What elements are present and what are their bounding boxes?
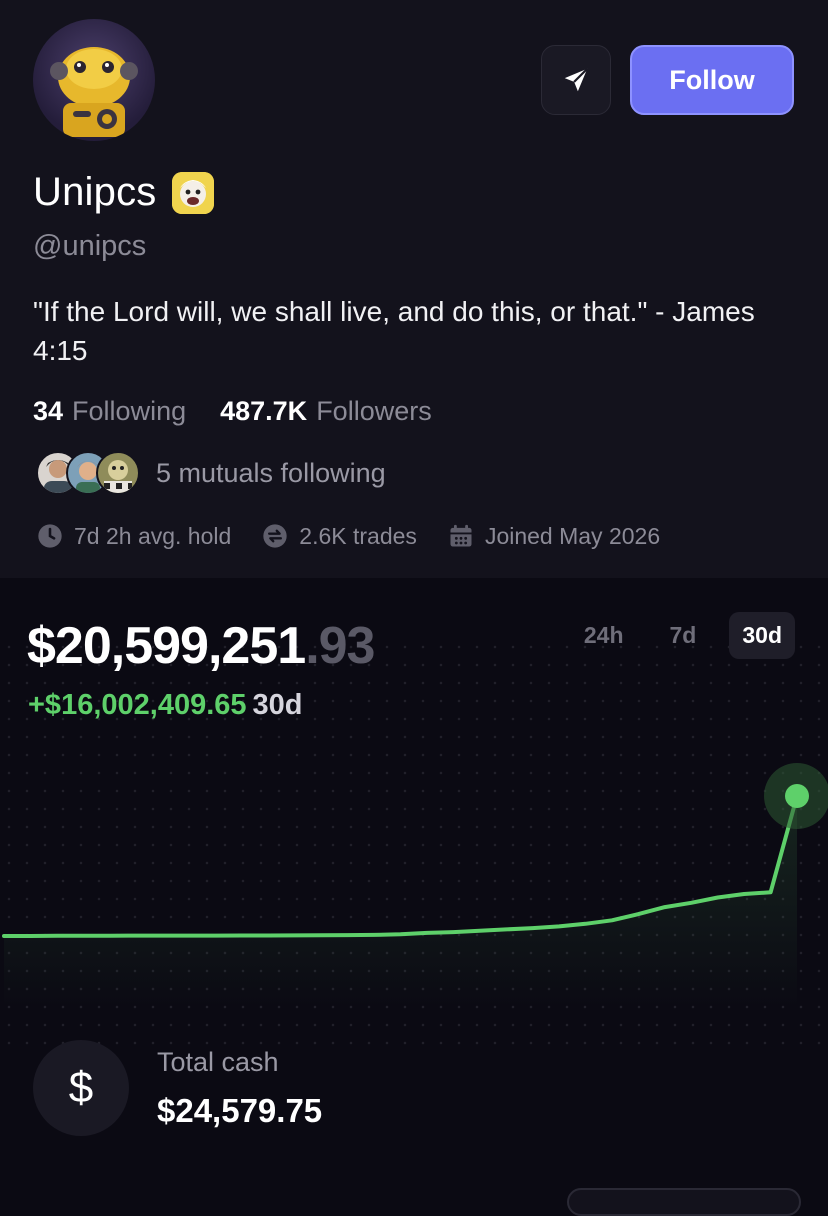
mutual-avatars	[36, 451, 140, 495]
avg-hold-text: 7d 2h avg. hold	[74, 522, 232, 549]
trades-text: 2.6K trades	[299, 522, 417, 549]
profile-header: Follow Unipcs @unipcs "If the Lord will,…	[0, 0, 828, 578]
dollar-icon: $	[33, 1040, 129, 1136]
profile-bio: "If the Lord will, we shall live, and do…	[33, 296, 755, 366]
balance-cents: .93	[305, 617, 375, 675]
trader-meta: 7d 2h avg. hold 2.6K trades Joined May 2…	[36, 522, 690, 550]
change-value: +$16,002,409.65	[28, 689, 247, 721]
follow-stats: 34 Following 487.7K Followers	[33, 396, 466, 427]
total-cash: $ Total cash $24,579.75	[33, 1040, 322, 1136]
cash-value: $24,579.75	[157, 1091, 323, 1129]
range-30d[interactable]: 30d	[729, 612, 795, 659]
portfolio-section: $20,599,251.93 +$16,002,409.65 30d 24h 7d…	[0, 578, 828, 1200]
calendar-icon	[450, 524, 472, 547]
followers-label[interactable]: Followers	[316, 396, 432, 427]
cash-label: Total cash	[157, 1046, 279, 1077]
balance-dollars: $20,599,251	[27, 617, 306, 675]
range-selector: 24h 7d 30d	[551, 612, 795, 659]
avg-hold-item: 7d 2h avg. hold	[36, 522, 231, 550]
mutuals-row[interactable]: 5 mutuals following	[36, 451, 386, 495]
display-name: Unipcs	[33, 170, 157, 214]
portfolio-balance: $20,599,251.93	[27, 616, 375, 676]
mutual-avatar	[96, 451, 140, 495]
profile-badge-icon	[172, 171, 215, 214]
bottom-tab-bar-edge	[567, 1188, 801, 1216]
profile-avatar[interactable]	[33, 19, 155, 141]
follow-button[interactable]: Follow	[630, 45, 794, 115]
following-label[interactable]: Following	[72, 396, 186, 427]
joined-item: Joined May 2026	[447, 522, 660, 550]
clock-icon	[38, 524, 62, 548]
send-icon	[564, 67, 589, 92]
cash-info: Total cash $24,579.75	[157, 1047, 322, 1130]
range-7d[interactable]: 7d	[657, 612, 710, 659]
mutuals-text: 5 mutuals following	[156, 457, 386, 488]
name-row: Unipcs	[33, 170, 215, 215]
change-period: 30d	[252, 689, 303, 721]
chart-area-fill	[4, 796, 797, 1008]
followers-count[interactable]: 487.7K	[220, 396, 307, 427]
username-handle: @unipcs	[33, 230, 147, 262]
chart-end-dot	[785, 784, 809, 808]
joined-text: Joined May 2026	[484, 522, 661, 549]
share-button[interactable]	[541, 45, 611, 115]
swap-icon	[263, 524, 287, 548]
trades-item: 2.6K trades	[261, 522, 417, 550]
following-count[interactable]: 34	[33, 396, 63, 427]
range-24h[interactable]: 24h	[571, 612, 637, 659]
pnl-chart[interactable]	[0, 728, 828, 1008]
portfolio-change: +$16,002,409.65 30d	[28, 689, 303, 722]
